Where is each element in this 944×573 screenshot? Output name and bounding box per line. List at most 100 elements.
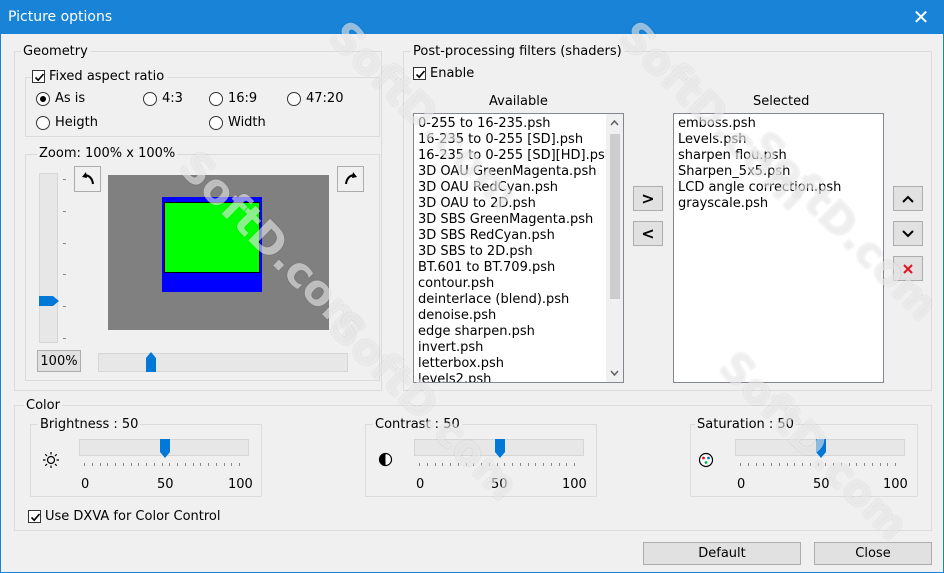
zoom-vertical-slider[interactable] [39,173,58,343]
list-item[interactable]: sharpen flou.psh [674,148,883,164]
list-item[interactable]: grayscale.psh [674,196,883,212]
preview-picture [164,202,260,273]
rotate-right-button[interactable] [337,166,364,192]
radio-height-label: Heigth [55,115,98,130]
remove-shader-button[interactable]: < [633,221,663,246]
enable-shaders-checkbox-box[interactable] [413,67,426,80]
brightness-label: Brightness : 50 [38,417,141,432]
brightness-slider-thumb[interactable] [159,438,171,459]
list-item[interactable]: 0-255 to 16-235.psh [414,116,623,132]
radio-width-label: Width [228,115,266,130]
rotate-right-icon [344,172,357,185]
dxva-label: Use DXVA for Color Control [45,509,221,524]
radio-width[interactable]: Width [209,115,266,130]
list-item[interactable]: LCD angle correction.psh [674,180,883,196]
default-button[interactable]: Default [643,542,801,565]
list-item[interactable]: 3D SBS RedCyan.psh [414,228,623,244]
brightness-mid: 50 [157,477,174,492]
list-item[interactable]: 3D OAU to 2D.psh [414,196,623,212]
rotate-left-button[interactable] [74,166,101,192]
radio-16-9[interactable]: 16:9 [209,91,257,106]
list-item[interactable]: BT.601 to BT.709.psh [414,260,623,276]
dxva-checkbox[interactable]: Use DXVA for Color Control [28,509,221,524]
preview-frame [162,197,262,292]
fixed-aspect-label: Fixed aspect ratio [49,69,165,84]
zoom-reset-label: 100% [40,353,78,369]
list-item[interactable]: letterbox.psh [414,356,623,372]
contrast-min: 0 [416,477,425,492]
available-heading: Available [489,94,548,109]
radio-4-3[interactable]: 4:3 [143,91,183,106]
dxva-checkbox-box[interactable] [28,510,41,523]
saturation-mid: 50 [813,477,830,492]
list-item[interactable]: denoise.psh [414,308,623,324]
postproc-group-label: Post-processing filters (shaders) [411,44,624,59]
list-item[interactable]: Levels.psh [674,132,883,148]
list-item[interactable]: levels2.psh [414,372,623,382]
brightness-min: 0 [81,477,90,492]
add-shader-button[interactable]: > [633,186,663,211]
radio-47-20[interactable]: 47:20 [287,91,343,106]
selected-items: emboss.psh Levels.psh sharpen flou.psh S… [674,114,883,212]
list-item[interactable]: 16-235 to 0-255 [SD][HD].psh [414,148,623,164]
saturation-slider-thumb[interactable] [815,438,827,459]
contrast-label: Contrast : 50 [373,417,462,432]
color-palette-icon [698,452,714,468]
zoom-horizontal-slider[interactable] [98,353,348,372]
delete-x-icon [903,263,913,274]
contrast-max: 100 [562,477,587,492]
selected-shaders-list[interactable]: emboss.psh Levels.psh sharpen flou.psh S… [673,113,884,383]
window-title: Picture options [8,9,113,25]
list-item[interactable]: 3D OAU RedCyan.psh [414,180,623,196]
list-item[interactable]: 3D OAU GreenMagenta.psh [414,164,623,180]
title-bar: Picture options ✕ [1,1,943,34]
available-shaders-list[interactable]: 0-255 to 16-235.psh 16-235 to 0-255 [SD]… [413,113,624,383]
available-list-scroll-thumb[interactable] [610,134,620,299]
list-item[interactable]: deinterlace (blend).psh [414,292,623,308]
radio-4-3-label: 4:3 [162,91,183,106]
close-button-label: Close [855,546,891,561]
contrast-slider-thumb[interactable] [494,438,506,459]
close-button[interactable]: Close [814,542,932,565]
list-item[interactable]: edge sharpen.psh [414,324,623,340]
list-item[interactable]: contour.psh [414,276,623,292]
contrast-ticks [419,463,575,466]
list-item[interactable]: 16-235 to 0-255 [SD].psh [414,132,623,148]
radio-height[interactable]: Heigth [36,115,98,130]
selected-heading: Selected [753,94,810,109]
enable-shaders-checkbox[interactable]: Enable [413,66,474,81]
zoom-reset-button[interactable]: 100% [37,350,81,372]
fixed-aspect-checkbox[interactable]: Fixed aspect ratio [32,69,168,84]
list-item[interactable]: emboss.psh [674,116,883,132]
chevron-right-icon: > [641,189,655,208]
brightness-ticks [84,463,240,466]
list-item[interactable]: invert.psh [414,340,623,356]
chevron-up-icon [902,195,914,203]
picture-options-dialog: Picture options ✕ Geometry Fixed aspect … [0,0,944,573]
list-item[interactable]: Sharpen_5x5.psh [674,164,883,180]
list-item[interactable]: 3D SBS to 2D.psh [414,244,623,260]
scroll-down-icon[interactable] [610,370,619,376]
rotate-left-icon [81,172,94,185]
enable-shaders-label: Enable [430,66,475,81]
radio-as-is-label: As is [55,91,86,106]
close-window-icon[interactable]: ✕ [909,5,933,29]
saturation-label: Saturation : 50 [695,417,796,432]
zoom-vertical-thumb[interactable] [38,295,60,307]
brightness-max: 100 [228,477,253,492]
zoom-horizontal-thumb[interactable] [145,351,157,373]
color-group-label: Color [24,398,62,413]
saturation-ticks [740,463,896,466]
scroll-up-icon[interactable] [610,120,619,126]
list-item[interactable]: 3D SBS GreenMagenta.psh [414,212,623,228]
default-button-label: Default [698,546,746,561]
delete-shader-button[interactable] [893,256,923,281]
move-up-button[interactable] [893,186,923,211]
geometry-group-label: Geometry [21,44,90,59]
radio-16-9-label: 16:9 [228,91,258,106]
available-list-scrollbar[interactable] [606,114,623,382]
radio-as-is[interactable]: As is [36,91,85,106]
fixed-aspect-checkbox-box[interactable] [32,70,45,83]
move-down-button[interactable] [893,221,923,246]
saturation-min: 0 [737,477,746,492]
